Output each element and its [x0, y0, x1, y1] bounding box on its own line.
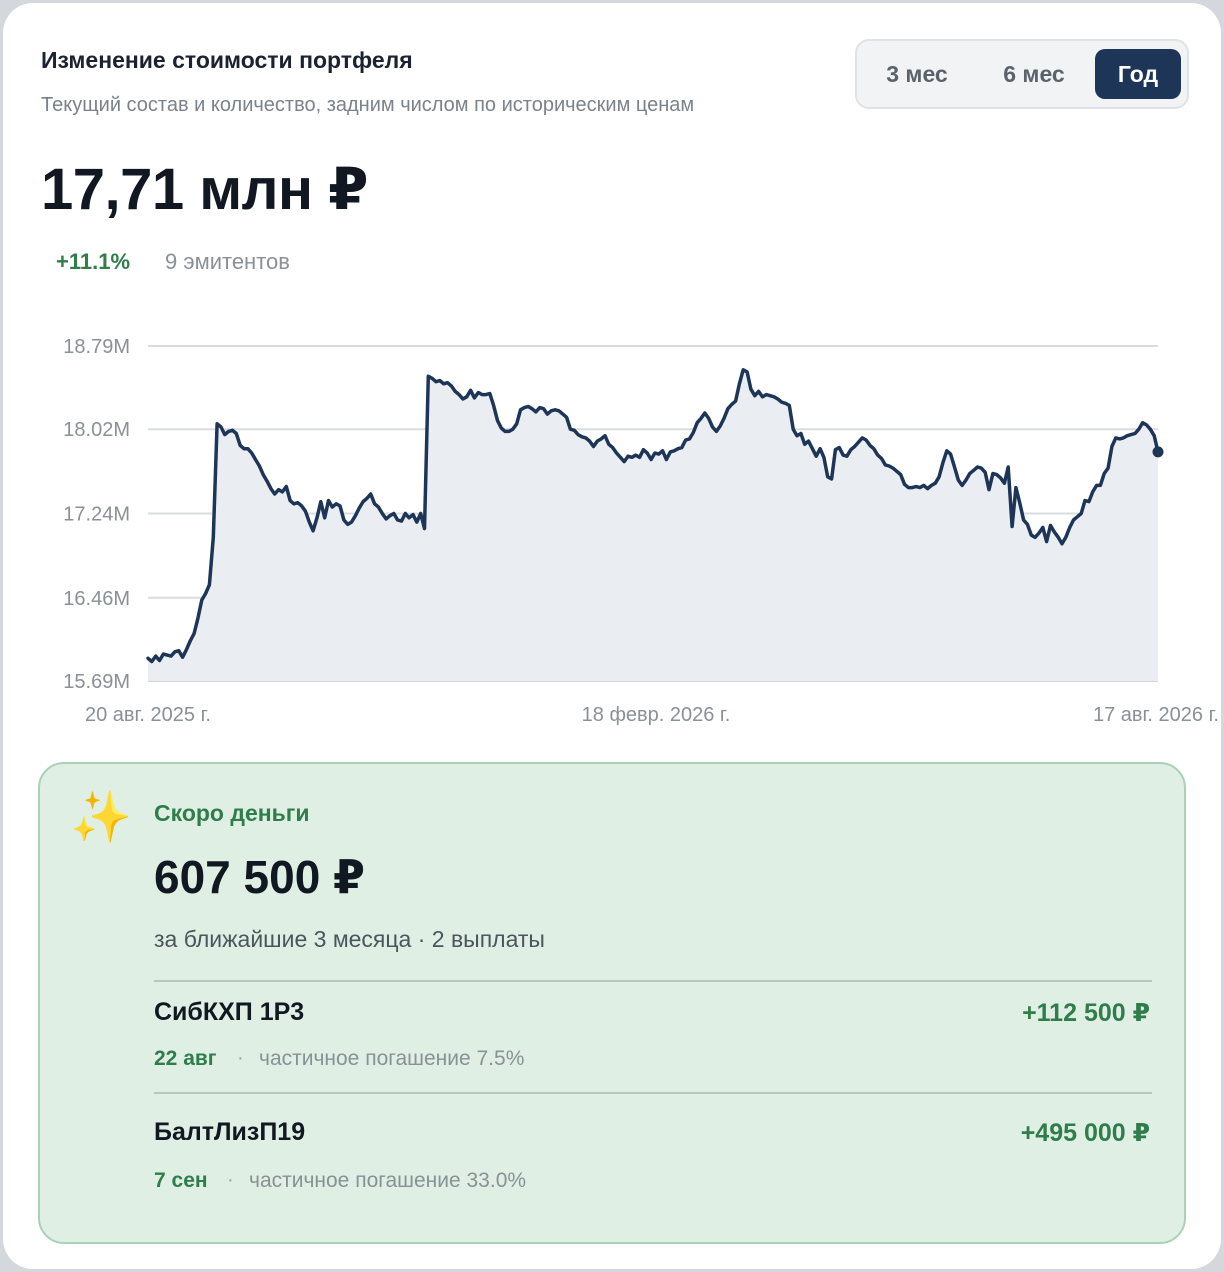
- chart-svg: 18.79M 18.02M 17.24M 16.46M 15.69M 20 авг. 20…: [63, 336, 1219, 726]
- separator-dot: ·: [227, 1169, 234, 1191]
- period-switch: 3 мес 6 мес Год: [855, 39, 1189, 109]
- y-tick-label: 18.79M: [63, 336, 130, 358]
- y-tick-label: 18.02M: [63, 419, 130, 441]
- y-tick-label: 15.69M: [63, 671, 130, 693]
- soon-money-label: Скоро деньги: [154, 800, 310, 826]
- payment-amount: +495 000 ₽: [1020, 1119, 1150, 1147]
- payment-name: БалтЛизП19: [154, 1118, 306, 1146]
- x-tick-label: 18 февр. 2026 г.: [582, 704, 731, 726]
- issuers-count: 9 эмитентов: [165, 249, 290, 274]
- divider: [154, 980, 1152, 982]
- payment-date: 7 сен: [154, 1169, 208, 1192]
- y-tick-label: 17.24M: [63, 504, 130, 526]
- portfolio-chart: 18.79M 18.02M 17.24M 16.46M 15.69M 20 авг. 20…: [0, 320, 1224, 740]
- portfolio-value: 17,71 млн ₽: [41, 157, 369, 222]
- payment-description: частичное погашение 33.0%: [249, 1169, 527, 1192]
- x-tick-label: 20 авг. 2025 г.: [85, 704, 211, 726]
- period-6m-button[interactable]: 6 мес: [979, 49, 1089, 99]
- card-subtitle: Текущий состав и количество, задним числ…: [41, 94, 695, 116]
- separator-dot: ·: [237, 1047, 244, 1069]
- y-tick-label: 16.46M: [63, 588, 130, 610]
- sparkles-icon: ✨: [70, 789, 133, 845]
- card-title: Изменение стоимости портфеля: [41, 47, 413, 73]
- last-point-marker: [1152, 446, 1164, 458]
- payment-date: 22 авг: [154, 1047, 217, 1070]
- payment-description: частичное погашение 7.5%: [259, 1047, 525, 1070]
- change-percent: +11.1%: [56, 249, 131, 274]
- divider: [154, 1092, 1152, 1094]
- payment-amount: +112 500 ₽: [1022, 999, 1150, 1027]
- x-tick-label: 17 авг. 2026 г.: [1093, 704, 1219, 726]
- series-area: [148, 369, 1158, 681]
- soon-money-amount: 607 500 ₽: [154, 851, 366, 903]
- soon-money-note: за ближайшие 3 месяца · 2 выплаты: [154, 926, 545, 952]
- period-year-button[interactable]: Год: [1095, 49, 1181, 99]
- soon-money-panel: ✨ Скоро деньги 607 500 ₽ за ближайшие 3 …: [38, 762, 1186, 1244]
- payment-name: СибКХП 1Р3: [154, 998, 305, 1026]
- period-3m-button[interactable]: 3 мес: [865, 49, 969, 99]
